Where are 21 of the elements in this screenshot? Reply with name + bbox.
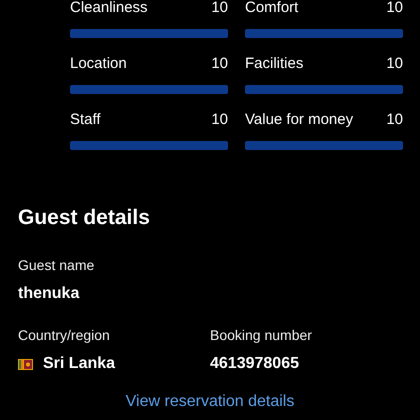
guest-name: thenuka [18,284,80,304]
rating-score: 10 [211,55,228,73]
country-value: Sri Lanka [43,354,116,374]
flag-icon [18,358,33,370]
rating-score: 10 [211,111,228,129]
rating-score: 10 [386,55,403,73]
rating-score: 10 [386,0,403,17]
field-label: Booking number [210,326,313,344]
section-title: Guest details [18,205,151,231]
rating-label: Cleanliness [70,0,148,17]
rating-score: 10 [386,111,403,129]
field-label: Country/region [18,326,111,344]
rating-label: Location [70,55,127,73]
field-label: Guest name [18,256,96,274]
rating-label: Facilities [245,55,304,73]
rating-score: 10 [211,0,228,17]
booking-number: 4613978065 [210,354,300,374]
view-reservation-link[interactable]: View reservation details [126,392,294,411]
rating-label: Value for money [245,111,354,129]
rating-label: Staff [70,111,101,129]
rating-label: Comfort [245,0,298,17]
